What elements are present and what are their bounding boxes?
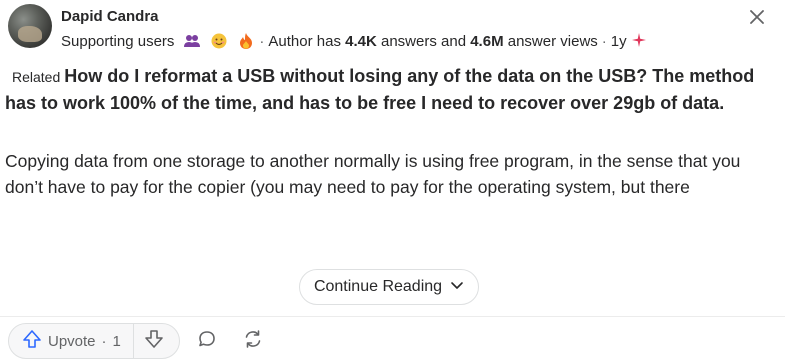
sparkle-icon xyxy=(631,32,646,50)
continue-reading-button[interactable]: Continue Reading xyxy=(299,269,479,305)
avatar[interactable] xyxy=(8,4,52,48)
divider xyxy=(0,316,785,317)
downvote-arrow-icon xyxy=(144,329,164,354)
answer-age[interactable]: 1y xyxy=(611,33,627,50)
answer-preview: Copying data from one storage to another… xyxy=(5,151,741,197)
vote-group: Upvote · 1 xyxy=(8,323,180,359)
users-icon xyxy=(183,32,201,50)
chevron-down-icon xyxy=(450,278,464,296)
views-count: 4.6M xyxy=(470,32,504,50)
question-title[interactable]: Related How do I reformat a USB without l… xyxy=(5,64,765,116)
upvote-arrow-icon xyxy=(22,329,42,353)
question-text[interactable]: How do I reformat a USB without losing a… xyxy=(5,66,754,113)
downvote-button[interactable] xyxy=(134,324,174,358)
fade-overlay xyxy=(0,200,785,260)
meta-separator: · xyxy=(601,32,607,50)
continue-reading-label: Continue Reading xyxy=(313,278,443,295)
share-button[interactable] xyxy=(240,328,266,354)
related-label: Related xyxy=(12,69,61,85)
views-label: answer views xyxy=(507,32,598,50)
reshare-icon xyxy=(242,328,264,355)
fire-icon xyxy=(237,32,255,50)
author-meta: Supporting users · Author has 4.4K answe… xyxy=(61,31,646,51)
smile-emoji-icon xyxy=(210,32,228,50)
author-stats-prefix: Author has xyxy=(268,32,341,50)
upvote-label: Upvote xyxy=(48,332,96,350)
answers-label: answers and xyxy=(380,32,467,50)
answers-count: 4.4K xyxy=(345,32,377,50)
supporting-users-label: Supporting users xyxy=(61,32,175,50)
comment-button[interactable] xyxy=(194,328,220,354)
meta-separator: · xyxy=(259,32,265,50)
upvote-separator: · xyxy=(101,332,107,350)
comment-icon xyxy=(197,329,217,354)
author-name[interactable]: Dapid Candra xyxy=(61,8,159,25)
upvote-count: 1 xyxy=(112,332,121,350)
upvote-button[interactable]: Upvote · 1 xyxy=(9,324,134,358)
close-icon[interactable] xyxy=(748,8,766,26)
